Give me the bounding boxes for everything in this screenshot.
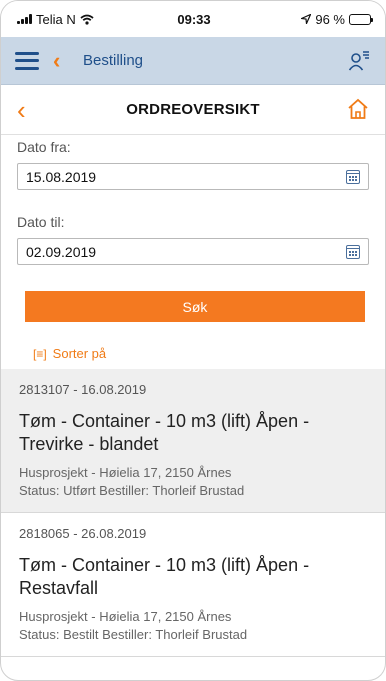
order-title: Tøm - Container - 10 m3 (lift) Åpen - Tr…	[19, 411, 310, 454]
order-status: Status: Bestilt Bestiller: Thorleif Brus…	[19, 627, 248, 642]
calendar-icon[interactable]	[346, 169, 360, 184]
sort-button[interactable]: [≡] Sorter på	[33, 346, 106, 361]
carrier-name: Telia N	[36, 11, 76, 27]
back-arrow-icon[interactable]: ‹	[17, 97, 47, 123]
date-to-value[interactable]: 02.09.2019	[26, 244, 346, 260]
clock: 09:33	[177, 11, 211, 27]
sort-label: Sorter på	[52, 346, 107, 361]
order-meta: 2813107 - 16.08.2019	[19, 382, 147, 397]
page-title: ORDREOVERSIKT	[126, 101, 260, 118]
battery-icon	[349, 13, 373, 25]
battery-percent: 96 %	[315, 11, 345, 27]
wifi-icon	[80, 14, 94, 25]
user-menu-icon[interactable]	[347, 49, 371, 73]
location-arrow-icon	[301, 14, 312, 24]
battery-area: 96 %	[241, 11, 373, 27]
page-header: ‹ ORDREOVERSIKT	[1, 85, 385, 135]
order-title: Tøm - Container - 10 m3 (lift) Åpen - Re…	[19, 555, 310, 598]
menu-icon[interactable]	[15, 51, 39, 70]
search-button[interactable]: Søk	[25, 291, 365, 322]
sort-list-icon: [≡]	[33, 346, 47, 361]
carrier-area: Telia N	[17, 12, 147, 27]
date-from-field[interactable]: 15.08.2019	[17, 163, 369, 190]
app-header-title[interactable]: Bestilling	[83, 52, 347, 69]
order-list: 2813107 - 16.08.2019 Tøm - Container - 1…	[1, 369, 385, 657]
phone-screen: Telia N 09:33 96 % ‹ Bestilling ‹ ORDREO…	[0, 0, 386, 681]
date-from-label: Dato fra:	[17, 139, 71, 155]
home-icon[interactable]	[339, 98, 369, 122]
order-meta: 2818065 - 26.08.2019	[19, 526, 147, 541]
date-from-value[interactable]: 15.08.2019	[26, 169, 346, 185]
date-to-label: Dato til:	[17, 214, 65, 230]
app-header: ‹ Bestilling	[1, 37, 385, 85]
back-chevron-icon[interactable]: ‹	[53, 49, 69, 72]
order-address: Husprosjekt - Høielia 17, 2150 Årnes	[19, 465, 232, 480]
filter-form: Dato fra: 15.08.2019 Dato til: 02.09.201…	[1, 135, 385, 265]
list-item[interactable]: 2818065 - 26.08.2019 Tøm - Container - 1…	[1, 513, 385, 657]
order-address: Husprosjekt - Høielia 17, 2150 Årnes	[19, 609, 232, 624]
signal-icon	[17, 14, 32, 24]
order-status: Status: Utført Bestiller: Thorleif Brust…	[19, 483, 245, 498]
list-item[interactable]: 2813107 - 16.08.2019 Tøm - Container - 1…	[1, 369, 385, 513]
status-bar: Telia N 09:33 96 %	[1, 1, 385, 37]
calendar-icon[interactable]	[346, 244, 360, 259]
date-to-field[interactable]: 02.09.2019	[17, 238, 369, 265]
